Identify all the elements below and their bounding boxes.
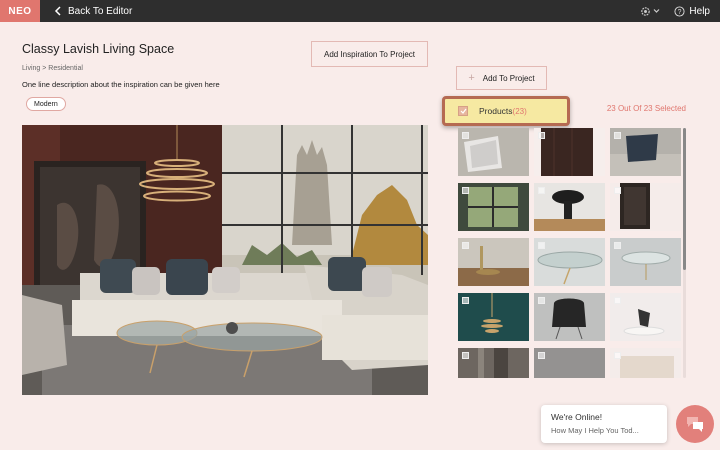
- add-to-project-label: Add To Project: [482, 73, 535, 83]
- chat-prompt: How May I Help You Tod...: [551, 426, 639, 435]
- inspiration-title: Classy Lavish Living Space: [22, 42, 175, 56]
- plus-icon: +: [468, 72, 475, 84]
- product-checkbox[interactable]: [614, 187, 621, 194]
- check-icon: [460, 108, 466, 114]
- product-thumb[interactable]: [534, 128, 605, 176]
- chat-status: We're Online!: [551, 412, 603, 422]
- product-grid: [457, 128, 683, 378]
- product-checkbox[interactable]: [538, 242, 545, 249]
- svg-text:?: ?: [678, 8, 682, 15]
- product-checkbox[interactable]: [614, 352, 621, 359]
- app-logo[interactable]: NEO: [0, 0, 40, 22]
- chevron-left-icon: [54, 6, 61, 16]
- product-thumb[interactable]: [610, 128, 681, 176]
- gear-icon: [641, 6, 651, 16]
- product-thumb[interactable]: [458, 238, 529, 286]
- product-thumb[interactable]: [534, 238, 605, 286]
- question-icon: ?: [674, 5, 685, 17]
- back-to-editor-label: Back To Editor: [68, 5, 133, 17]
- selected-count: 23 Out Of 23 Selected: [606, 104, 686, 113]
- product-checkbox[interactable]: [614, 242, 621, 249]
- add-to-project-button[interactable]: + Add To Project: [456, 66, 547, 90]
- product-thumb[interactable]: [610, 293, 681, 341]
- product-checkbox[interactable]: [462, 352, 469, 359]
- chat-icon: [687, 417, 703, 432]
- product-checkbox[interactable]: [538, 352, 545, 359]
- product-grid-scrollbar[interactable]: [683, 128, 686, 378]
- products-category-chip[interactable]: Products(23): [442, 96, 570, 126]
- product-thumb[interactable]: [458, 293, 529, 341]
- product-thumb[interactable]: [534, 348, 605, 378]
- product-checkbox[interactable]: [462, 242, 469, 249]
- breadcrumb: Living > Residential: [22, 65, 83, 72]
- product-thumb[interactable]: [534, 183, 605, 231]
- product-checkbox[interactable]: [614, 132, 621, 139]
- products-checkbox[interactable]: [458, 106, 468, 116]
- product-checkbox[interactable]: [538, 297, 545, 304]
- chat-button[interactable]: [676, 405, 714, 443]
- product-checkbox[interactable]: [462, 297, 469, 304]
- product-checkbox[interactable]: [462, 132, 469, 139]
- product-thumb[interactable]: [458, 348, 529, 378]
- products-label: Products: [479, 106, 513, 116]
- chat-popup[interactable]: We're Online! How May I Help You Tod...: [541, 405, 667, 443]
- inspiration-description: One line description about the inspirati…: [22, 80, 220, 89]
- product-thumb[interactable]: [534, 293, 605, 341]
- chevron-down-icon: [653, 9, 660, 13]
- back-to-editor-button[interactable]: Back To Editor: [54, 0, 132, 22]
- product-thumb[interactable]: [610, 183, 681, 231]
- help-label: Help: [689, 5, 710, 17]
- settings-menu[interactable]: [640, 6, 660, 17]
- products-count: (23): [512, 107, 527, 116]
- product-thumb[interactable]: [458, 183, 529, 231]
- help-button[interactable]: ? Help: [674, 6, 710, 17]
- product-checkbox[interactable]: [462, 187, 469, 194]
- product-thumb[interactable]: [610, 238, 681, 286]
- product-checkbox[interactable]: [538, 187, 545, 194]
- product-thumb[interactable]: [610, 348, 681, 378]
- product-checkbox[interactable]: [614, 297, 621, 304]
- add-inspiration-to-project-button[interactable]: Add Inspiration To Project: [311, 41, 428, 67]
- product-checkbox[interactable]: [538, 132, 545, 139]
- product-thumb[interactable]: [458, 128, 529, 176]
- scrollbar-thumb[interactable]: [683, 128, 686, 270]
- top-bar: NEO Back To Editor ? Help: [0, 0, 720, 22]
- style-tag[interactable]: Modern: [26, 97, 66, 111]
- inspiration-image: [22, 125, 428, 395]
